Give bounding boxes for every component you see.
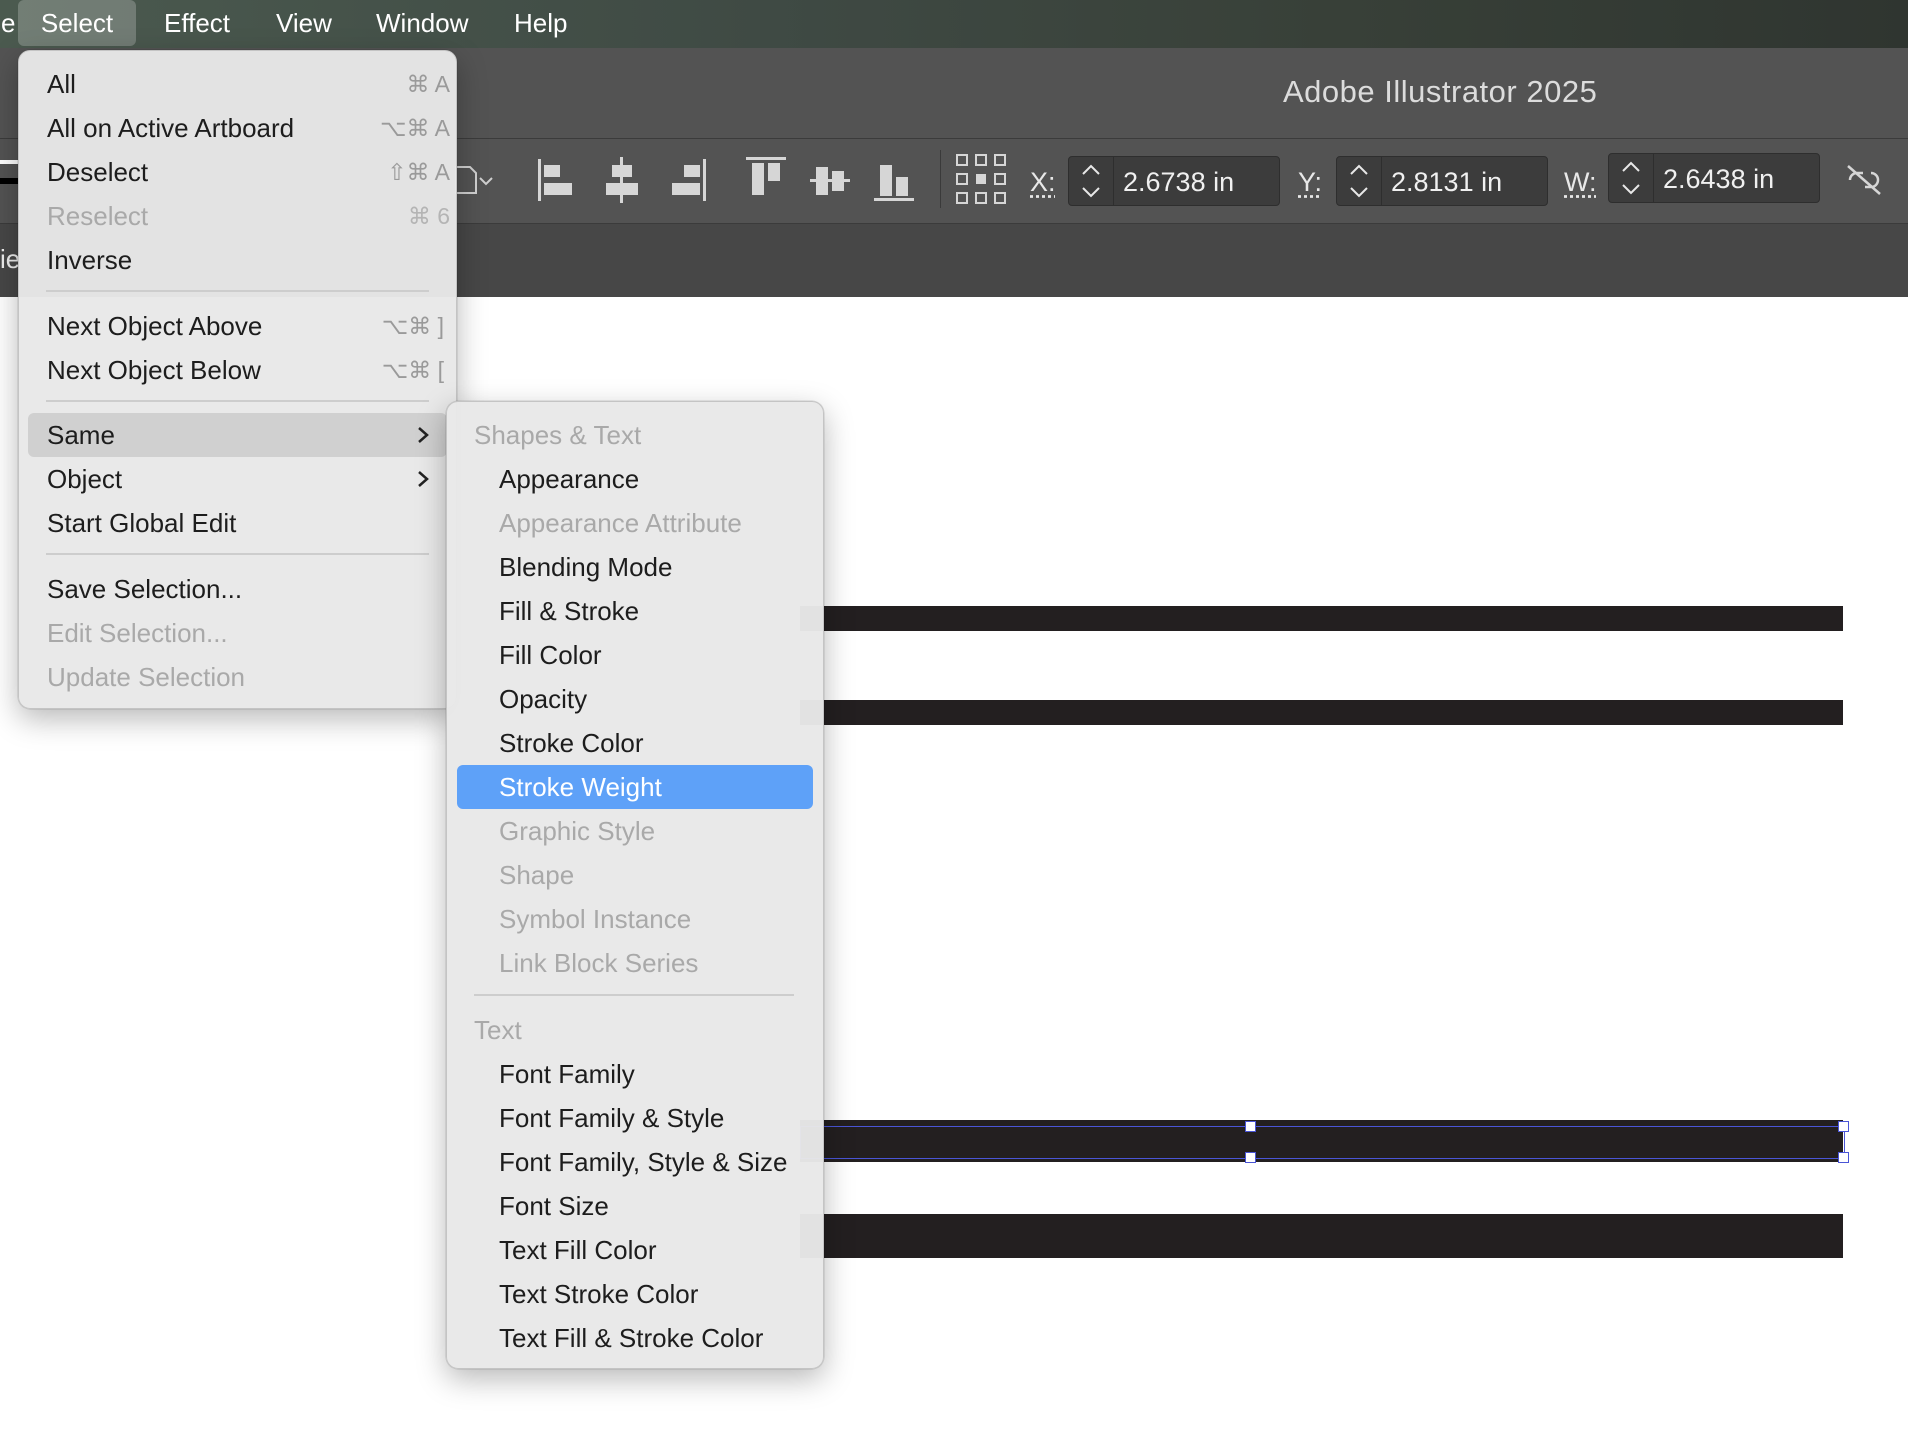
submenu-item-link-block-series: Link Block Series (499, 948, 699, 978)
menu-item-update-selection: Update Selection (47, 662, 246, 692)
align-bottom-icon[interactable] (872, 155, 916, 205)
align-right-icon[interactable] (668, 155, 708, 205)
shortcut-all-on-artboard: ⌥⌘ A (380, 115, 450, 141)
menu-help[interactable]: Help (497, 0, 584, 46)
submenu-item-appearance-attribute: Appearance Attribute (499, 508, 742, 538)
y-field[interactable]: 2.8131 in (1336, 156, 1548, 206)
shortcut-next-below: ⌥⌘ [ (381, 357, 444, 383)
same-submenu: Shapes & Text Appearance Appearance Attr… (446, 401, 824, 1369)
submenu-item-fill-stroke[interactable]: Fill & Stroke (499, 591, 799, 631)
selection-handle-bottom[interactable] (1245, 1152, 1256, 1163)
menu-item-all-on-active-artboard[interactable]: All on Active Artboard ⌥⌘ A (47, 108, 450, 148)
x-stepper-icon[interactable] (1069, 157, 1114, 205)
x-field[interactable]: 2.6738 in (1068, 156, 1280, 206)
unlink-proportions-icon[interactable] (1844, 160, 1884, 200)
menu-separator (46, 400, 429, 402)
menu-window[interactable]: Window (359, 0, 485, 46)
shortcut-all: ⌘ A (406, 71, 450, 97)
menu-select[interactable]: Select (18, 0, 136, 46)
w-label: W: (1564, 167, 1597, 197)
menu-separator (474, 994, 794, 996)
submenu-item-shape: Shape (499, 860, 575, 890)
submenu-item-font-family[interactable]: Font Family (499, 1054, 809, 1094)
artwork-line-4[interactable] (800, 1214, 1843, 1258)
shortcut-next-above: ⌥⌘ ] (381, 313, 444, 339)
submenu-item-text-fill-stroke-color[interactable]: Text Fill & Stroke Color (499, 1318, 814, 1358)
menu-item-deselect[interactable]: Deselect ⇧⌘ A (47, 152, 450, 192)
selection-bounding-box (800, 1126, 1845, 1159)
submenu-header-text: Text (474, 1015, 522, 1045)
app-title: Adobe Illustrator 2025 (1283, 74, 1598, 109)
submenu-header-shapes-text: Shapes & Text (474, 420, 642, 450)
stroke-swatch-fragment-dark (0, 178, 18, 184)
menu-view[interactable]: View (259, 0, 349, 46)
submenu-item-blending-mode[interactable]: Blending Mode (499, 547, 799, 587)
menu-item-next-object-above[interactable]: Next Object Above ⌥⌘ ] (47, 306, 447, 346)
submenu-item-text-fill-color[interactable]: Text Fill Color (499, 1230, 809, 1270)
menu-item-same[interactable]: Same (47, 415, 447, 455)
submenu-item-graphic-style: Graphic Style (499, 816, 656, 846)
reference-point-icon[interactable] (955, 153, 1007, 205)
submenu-item-fill-color[interactable]: Fill Color (499, 635, 799, 675)
toolbar-divider (940, 150, 941, 208)
submenu-item-font-size[interactable]: Font Size (499, 1186, 809, 1226)
select-menu: All ⌘ A All on Active Artboard ⌥⌘ A Dese… (18, 50, 457, 709)
y-stepper-icon[interactable] (1337, 157, 1382, 205)
menu-separator (46, 553, 429, 555)
menu-item-start-global-edit[interactable]: Start Global Edit (47, 503, 447, 543)
w-value[interactable]: 2.6438 in (1663, 164, 1774, 195)
y-label: Y: (1298, 167, 1323, 197)
selection-handle-top[interactable] (1245, 1121, 1256, 1132)
selection-handle-bottom-right[interactable] (1838, 1152, 1849, 1163)
menu-bar: e Select Effect View Window Help (0, 0, 1908, 48)
y-value[interactable]: 2.8131 in (1391, 167, 1502, 198)
menu-item-save-selection[interactable]: Save Selection... (47, 569, 447, 609)
menu-effect[interactable]: Effect (147, 0, 247, 46)
menu-item-reselect: Reselect ⌘ 6 (47, 196, 450, 236)
shortcut-reselect: ⌘ 6 (407, 203, 450, 229)
submenu-item-font-family-style[interactable]: Font Family & Style (499, 1098, 809, 1138)
x-value[interactable]: 2.6738 in (1123, 167, 1234, 198)
submenu-item-opacity[interactable]: Opacity (499, 679, 799, 719)
x-label: X: (1030, 167, 1056, 197)
submenu-item-symbol-instance: Symbol Instance (499, 904, 692, 934)
submenu-item-stroke-color[interactable]: Stroke Color (499, 723, 799, 763)
submenu-item-appearance[interactable]: Appearance (499, 459, 799, 499)
menu-item-object[interactable]: Object (47, 459, 447, 499)
chevron-right-icon (418, 471, 429, 487)
artwork-line-2[interactable] (800, 700, 1843, 725)
menu-separator (46, 290, 429, 292)
selection-handle-top-right[interactable] (1838, 1121, 1849, 1132)
menu-item-edit-selection: Edit Selection... (47, 618, 228, 648)
align-top-icon[interactable] (744, 155, 788, 205)
submenu-item-text-stroke-color[interactable]: Text Stroke Color (499, 1274, 809, 1314)
menu-item-all[interactable]: All ⌘ A (47, 64, 450, 104)
shortcut-deselect: ⇧⌘ A (387, 159, 450, 185)
submenu-item-stroke-weight[interactable]: Stroke Weight (499, 767, 799, 807)
align-left-icon[interactable] (536, 155, 576, 205)
document-dropdown-icon[interactable] (452, 163, 498, 197)
stroke-swatch-fragment (0, 160, 18, 164)
submenu-item-font-family-style-size[interactable]: Font Family, Style & Size (499, 1142, 819, 1182)
w-field[interactable]: 2.6438 in (1608, 153, 1820, 203)
chevron-right-icon (418, 427, 429, 443)
align-vertical-center-icon[interactable] (808, 155, 852, 205)
menu-item-inverse[interactable]: Inverse (47, 240, 447, 280)
align-horizontal-center-icon[interactable] (602, 155, 642, 205)
artwork-line-1[interactable] (800, 606, 1843, 631)
w-stepper-icon[interactable] (1609, 154, 1654, 202)
menu-item-next-object-below[interactable]: Next Object Below ⌥⌘ [ (47, 350, 447, 390)
